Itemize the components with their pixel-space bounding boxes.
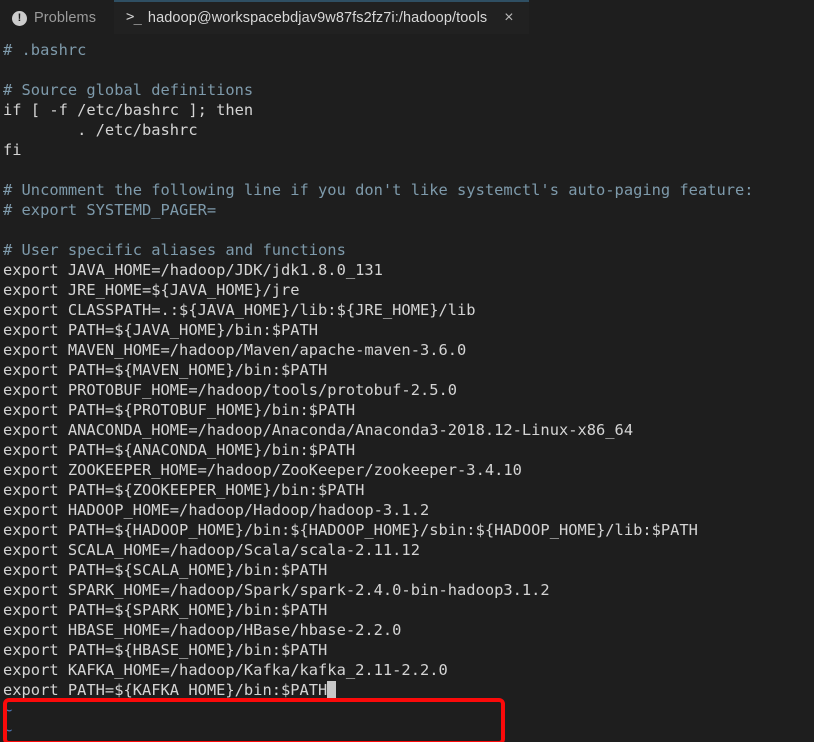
problem-badge-glyph: ! [12,10,27,26]
terminal-line-text: . /etc/bashrc [3,121,198,139]
terminal-line-text: # .bashrc [3,41,87,59]
terminal-line: ~ [3,720,814,740]
terminal-line: export ZOOKEEPER_HOME=/hadoop/ZooKeeper/… [3,460,814,480]
terminal-line: export PATH=${ANACONDA_HOME}/bin:$PATH [3,440,814,460]
terminal-line-text: export PATH=${SPARK_HOME}/bin:$PATH [3,601,328,619]
terminal-line: export PATH=${KAFKA_HOME}/bin:$PATH [3,680,814,700]
terminal-line: export PATH=${HBASE_HOME}/bin:$PATH [3,640,814,660]
terminal-line: export ANACONDA_HOME=/hadoop/Anaconda/An… [3,420,814,440]
terminal-line: export PATH=${ZOOKEEPER_HOME}/bin:$PATH [3,480,814,500]
terminal-line-text: ~ [3,701,13,719]
terminal-line: export JRE_HOME=${JAVA_HOME}/jre [3,280,814,300]
terminal-line-text: export SCALA_HOME=/hadoop/Scala/scala-2.… [3,541,420,559]
terminal-line: export HBASE_HOME=/hadoop/HBase/hbase-2.… [3,620,814,640]
terminal-line: export JAVA_HOME=/hadoop/JDK/jdk1.8.0_13… [3,260,814,280]
terminal-line-text: fi [3,141,22,159]
close-icon[interactable]: × [501,8,516,28]
terminal-line-text: export JAVA_HOME=/hadoop/JDK/jdk1.8.0_13… [3,261,383,279]
terminal-line-text: export KAFKA_HOME=/hadoop/Kafka/kafka_2.… [3,661,448,679]
tab-terminal-label: hadoop@workspacebdjav9w87fs2fz7i:/hadoop… [147,10,488,26]
terminal-line-text: # User specific aliases and functions [3,241,346,259]
terminal-line: # Source global definitions [3,80,814,100]
terminal-line-text: export PATH=${MAVEN_HOME}/bin:$PATH [3,361,328,379]
terminal-line: export MAVEN_HOME=/hadoop/Maven/apache-m… [3,340,814,360]
terminal-line: if [ -f /etc/bashrc ]; then [3,100,814,120]
panel-tab-bar: ! Problems >_ hadoop@workspacebdjav9w87f… [0,0,814,35]
terminal-line: export PATH=${MAVEN_HOME}/bin:$PATH [3,360,814,380]
terminal-line-text: export PATH=${ZOOKEEPER_HOME}/bin:$PATH [3,481,365,499]
terminal-line-text: # export SYSTEMD_PAGER= [3,201,217,219]
terminal-text-buffer: # .bashrc # Source global definitions if [… [3,40,814,740]
terminal-line: export SPARK_HOME=/hadoop/Spark/spark-2.… [3,580,814,600]
terminal-line: export CLASSPATH=.:${JAVA_HOME}/lib:${JR… [3,300,814,320]
terminal-line: # .bashrc [3,40,814,60]
terminal-line: export PATH=${HADOOP_HOME}/bin:${HADOOP_… [3,520,814,540]
terminal-line-text: export HADOOP_HOME=/hadoop/Hadoop/hadoop… [3,501,430,519]
text-cursor [327,681,337,698]
terminal-line-text: export HBASE_HOME=/hadoop/HBase/hbase-2.… [3,621,402,639]
terminal-line-text: export JRE_HOME=${JAVA_HOME}/jre [3,281,300,299]
terminal-line-text: export PATH=${HBASE_HOME}/bin:$PATH [3,641,328,659]
terminal-line-text: export ZOOKEEPER_HOME=/hadoop/ZooKeeper/… [3,461,522,479]
terminal-line: export KAFKA_HOME=/hadoop/Kafka/kafka_2.… [3,660,814,680]
terminal-line-text: export PROTOBUF_HOME=/hadoop/tools/proto… [3,381,458,399]
terminal-line: export PROTOBUF_HOME=/hadoop/tools/proto… [3,380,814,400]
terminal-line: export PATH=${SCALA_HOME}/bin:$PATH [3,560,814,580]
terminal-line-text: export MAVEN_HOME=/hadoop/Maven/apache-m… [3,341,467,359]
terminal-line-text: export SPARK_HOME=/hadoop/Spark/spark-2.… [3,581,550,599]
terminal-line: export HADOOP_HOME=/hadoop/Hadoop/hadoop… [3,500,814,520]
terminal-line-text: if [ -f /etc/bashrc ]; then [3,101,254,119]
terminal-line-text: # Uncomment the following line if you do… [3,181,754,199]
terminal-line-text: export PATH=${PROTOBUF_HOME}/bin:$PATH [3,401,356,419]
terminal-viewport[interactable]: # .bashrc # Source global definitions if [… [0,35,814,742]
terminal-line-text: export PATH=${KAFKA_HOME}/bin:$PATH [3,681,328,699]
terminal-line: export SCALA_HOME=/hadoop/Scala/scala-2.… [3,540,814,560]
terminal-line: # export SYSTEMD_PAGER= [3,200,814,220]
terminal-line: # User specific aliases and functions [3,240,814,260]
terminal-line: export PATH=${SPARK_HOME}/bin:$PATH [3,600,814,620]
terminal-line-text: export PATH=${ANACONDA_HOME}/bin:$PATH [3,441,356,459]
terminal-line: export PATH=${JAVA_HOME}/bin:$PATH [3,320,814,340]
terminal-line-text: # Source global definitions [3,81,254,99]
terminal-line: . /etc/bashrc [3,120,814,140]
terminal-line-text: export PATH=${HADOOP_HOME}/bin:${HADOOP_… [3,521,698,539]
terminal-line-text: ~ [3,721,13,739]
terminal-line-text: export ANACONDA_HOME=/hadoop/Anaconda/An… [3,421,634,439]
terminal-line-text: export PATH=${JAVA_HOME}/bin:$PATH [3,321,319,339]
problem-exclamation-icon: ! [12,10,27,26]
terminal-line: export PATH=${PROTOBUF_HOME}/bin:$PATH [3,400,814,420]
terminal-prompt-glyph: >_ [126,9,142,25]
tab-problems-label: Problems [34,10,97,26]
terminal-line: ~ [3,700,814,720]
terminal-line-text: export CLASSPATH=.:${JAVA_HOME}/lib:${JR… [3,301,476,319]
terminal-line-text: export PATH=${SCALA_HOME}/bin:$PATH [3,561,328,579]
terminal-line: # Uncomment the following line if you do… [3,180,814,200]
terminal-prompt-icon: >_ [126,9,142,26]
terminal-line: fi [3,140,814,160]
tab-problems[interactable]: ! Problems [0,0,115,34]
tab-terminal[interactable]: >_ hadoop@workspacebdjav9w87fs2fz7i:/had… [114,0,529,34]
